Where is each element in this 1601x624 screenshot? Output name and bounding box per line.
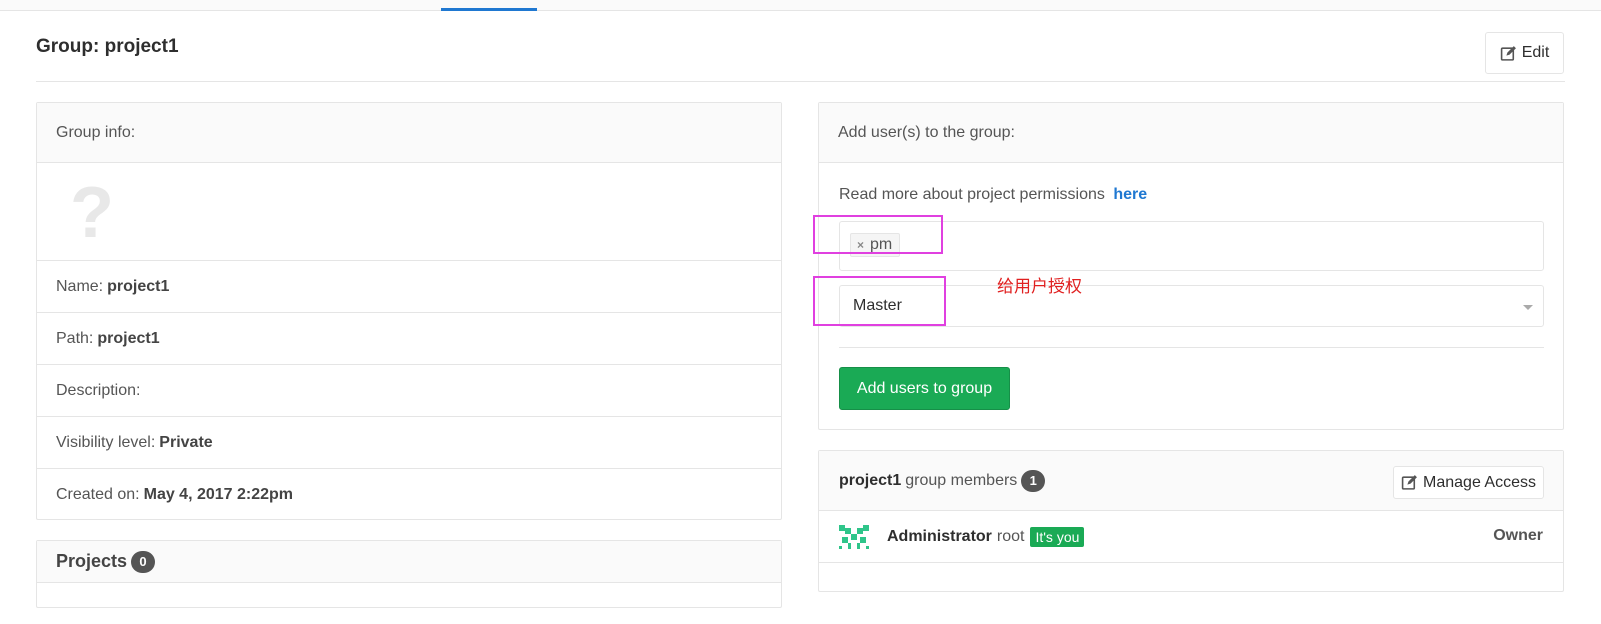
edit-icon xyxy=(1401,475,1417,490)
add-users-panel: Add user(s) to the group: Read more abou… xyxy=(818,102,1564,430)
manage-access-label: Manage Access xyxy=(1423,473,1536,491)
chevron-down-icon xyxy=(1523,305,1533,310)
group-avatar-placeholder-icon: ? xyxy=(56,177,128,249)
edit-button[interactable]: Edit xyxy=(1485,32,1564,74)
info-label-created: Created on: xyxy=(56,486,140,503)
projects-panel: Projects 0 xyxy=(36,540,782,608)
group-info-panel: Group info: ? Name: project1 Path: proje… xyxy=(36,102,782,520)
group-info-heading: Group info: xyxy=(37,103,781,163)
info-label-description: Description: xyxy=(56,381,141,399)
top-nav-bar xyxy=(0,0,1601,11)
form-divider xyxy=(839,347,1544,348)
add-users-heading: Add user(s) to the group: xyxy=(819,103,1563,163)
info-label-path: Path: xyxy=(56,329,94,347)
member-row: Administrator root It's you Owner xyxy=(819,511,1563,563)
info-value-path: project1 xyxy=(97,329,160,347)
edit-icon xyxy=(1500,45,1516,61)
member-name[interactable]: Administrator xyxy=(887,528,992,546)
info-row-name: Name: project1 xyxy=(37,261,781,313)
members-heading-label: group members xyxy=(905,471,1018,489)
annotation-box-user-token xyxy=(813,215,943,254)
projects-heading: Projects 0 xyxy=(37,541,781,583)
group-avatar-row: ? xyxy=(37,163,781,261)
group-members-panel: project1 group members 1 Manage Access A… xyxy=(818,450,1564,592)
projects-count-badge: 0 xyxy=(131,550,156,573)
permissions-help-label: Read more about project permissions xyxy=(839,186,1105,203)
add-users-button[interactable]: Add users to group xyxy=(839,367,1010,410)
member-username: root xyxy=(996,527,1025,545)
title-divider xyxy=(36,81,1565,82)
info-row-visibility: Visibility level: Private xyxy=(37,417,781,469)
page-title: Group: project1 xyxy=(36,36,179,57)
info-row-description: Description: xyxy=(37,365,781,417)
info-label-name: Name: xyxy=(56,277,104,295)
its-you-badge: It's you xyxy=(1030,526,1085,547)
members-group-name: project1 xyxy=(839,471,902,489)
user-identicon-avatar[interactable] xyxy=(839,522,869,552)
user-search-input[interactable]: × pm xyxy=(839,221,1544,271)
info-value-name: project1 xyxy=(107,277,170,295)
members-count-badge: 1 xyxy=(1021,469,1046,492)
permissions-help-link[interactable]: here xyxy=(1113,186,1147,203)
info-row-created: Created on: May 4, 2017 2:22pm xyxy=(37,469,781,521)
manage-access-button[interactable]: Manage Access xyxy=(1393,466,1544,499)
info-label-visibility: Visibility level: xyxy=(56,433,156,451)
projects-label: Projects xyxy=(56,551,128,571)
permissions-help-text: Read more about project permissions here xyxy=(839,186,1147,204)
info-value-created: May 4, 2017 2:22pm xyxy=(143,486,294,503)
active-tab-indicator xyxy=(441,8,537,11)
edit-button-label: Edit xyxy=(1521,44,1550,61)
member-role: Owner xyxy=(1493,527,1543,544)
annotation-text: 给用户授权 xyxy=(997,277,1082,297)
info-row-path: Path: project1 xyxy=(37,313,781,365)
info-value-visibility: Private xyxy=(159,433,213,451)
annotation-box-access-level xyxy=(813,276,946,326)
